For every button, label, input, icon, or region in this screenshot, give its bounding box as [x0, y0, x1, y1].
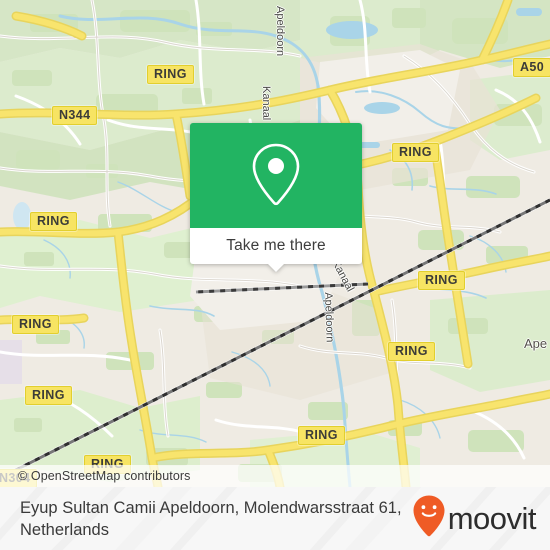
location-popup[interactable]: Take me there [190, 123, 362, 272]
moovit-logo: moovit [412, 494, 537, 543]
road-shield-ring-5: RING [418, 271, 465, 290]
footer-bar: Eyup Sultan Camii Apeldoorn, Molendwarss… [0, 487, 550, 550]
road-shield-ring-6: RING [388, 342, 435, 361]
popup-header [190, 123, 362, 228]
road-shield-ring-3: RING [30, 212, 77, 231]
take-me-there-button[interactable]: Take me there [190, 228, 362, 272]
moovit-smiley-pin-icon [412, 494, 446, 543]
map-attribution-bar: © OpenStreetMap contributors [0, 465, 550, 487]
road-shield-ring-1: RING [147, 65, 194, 84]
road-shield-n344: N344 [52, 106, 98, 125]
location-title: Eyup Sultan Camii Apeldoorn, Molendwarss… [20, 498, 402, 539]
moovit-wordmark: moovit [447, 501, 537, 536]
map-pin-icon [248, 141, 304, 211]
map-canvas[interactable]: Apeldoorn Kanaal Kanaal Apeldoorn Ape RI… [0, 0, 550, 487]
road-shield-ring-7: RING [25, 386, 72, 405]
popup-tail [267, 263, 285, 272]
road-shield-ring-2: RING [392, 143, 439, 162]
take-me-there-label: Take me there [226, 237, 326, 254]
attribution-text: © OpenStreetMap contributors [18, 469, 191, 483]
road-shield-ring-4: RING [12, 315, 59, 334]
moovit-map-share-card: Apeldoorn Kanaal Kanaal Apeldoorn Ape RI… [0, 0, 550, 550]
road-shield-a50: A50 [513, 58, 550, 77]
road-shield-ring-8: RING [298, 426, 345, 445]
